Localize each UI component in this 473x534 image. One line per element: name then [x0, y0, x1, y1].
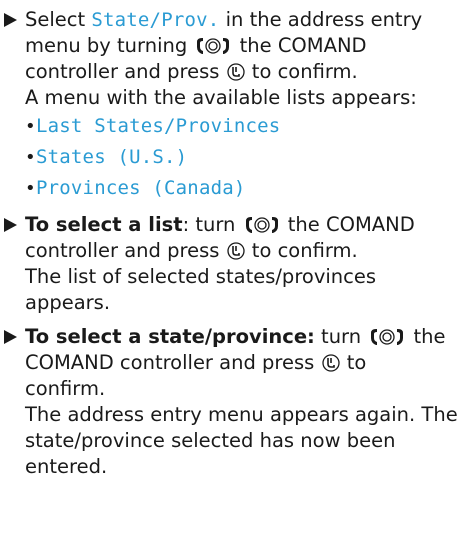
instruction-step-select-list: To select a list: turn the COMAND contro…: [3, 212, 473, 316]
menu-item-state-prov: State/Prov.: [91, 9, 220, 31]
step-text: to confirm.: [245, 60, 358, 83]
list-item: •States (U.S.): [25, 146, 188, 168]
step-text: turn: [314, 325, 368, 348]
controller-turn-icon: [367, 327, 407, 347]
step-text: to confirm.: [245, 239, 358, 262]
step-heading: To select a state/province:: [25, 325, 315, 348]
triangle-right-icon: [4, 7, 26, 33]
step-text: the: [407, 325, 446, 348]
step-heading: To select a list: [25, 213, 183, 236]
menu-item-last-states: Last States/Provinces: [36, 115, 281, 137]
menu-item-states-us: States (U.S.): [36, 146, 188, 168]
step-text: menu by turning: [25, 34, 194, 57]
instruction-page: Select State/Prov. in the address entry …: [0, 0, 473, 534]
step-text: : turn: [182, 213, 242, 236]
list-item: •Last States/Provinces: [25, 115, 281, 137]
triangle-right-icon: [4, 212, 26, 238]
step-result-text: appears.: [25, 291, 111, 314]
instruction-step-select-state: Select State/Prov. in the address entry …: [3, 7, 473, 204]
step-result-text: state/province selected has now been: [25, 429, 396, 452]
step-text: controller and press: [25, 239, 226, 262]
step-result-text: The address entry menu appears again. Th…: [25, 403, 458, 426]
step-text: to: [340, 351, 367, 374]
step-result-text: The list of selected states/provinces: [25, 265, 377, 288]
step-text-line: confirm.: [25, 377, 106, 400]
step-text: Select: [25, 8, 92, 31]
controller-press-icon: [321, 353, 341, 373]
step-text-line: To select a list: turn the COMAND: [25, 212, 473, 238]
controller-turn-icon: [193, 36, 233, 56]
step-text-line: menu by turning the COMAND: [25, 33, 473, 59]
menu-item-provinces-canada: Provinces (Canada): [36, 177, 246, 199]
step-text: the COMAND: [233, 34, 367, 57]
step-text: controller and press: [25, 60, 226, 83]
controller-turn-icon: [242, 215, 282, 235]
step-text-line: controller and press to confirm.: [25, 59, 473, 85]
triangle-right-icon: [4, 324, 26, 350]
step-text: in the address entry: [219, 8, 423, 31]
step-text: the COMAND: [281, 213, 415, 236]
step-text-line: controller and press to confirm.: [25, 238, 473, 264]
step-text: COMAND controller and press: [25, 351, 321, 374]
step-result-text: entered.: [25, 455, 108, 478]
step-result-text: A menu with the available lists appears:: [25, 86, 417, 109]
controller-press-icon: [226, 62, 246, 82]
step-text-line: Select State/Prov. in the address entry: [25, 7, 473, 33]
available-lists: •Last States/Provinces •States (U.S.) •P…: [25, 111, 473, 204]
step-text-line: COMAND controller and press to: [25, 350, 473, 376]
list-item: •Provinces (Canada): [25, 177, 246, 199]
step-text-line: To select a state/province: turn the: [25, 324, 473, 350]
instruction-step-select-state-province: To select a state/province: turn the COM…: [3, 324, 473, 480]
controller-press-icon: [226, 241, 246, 261]
